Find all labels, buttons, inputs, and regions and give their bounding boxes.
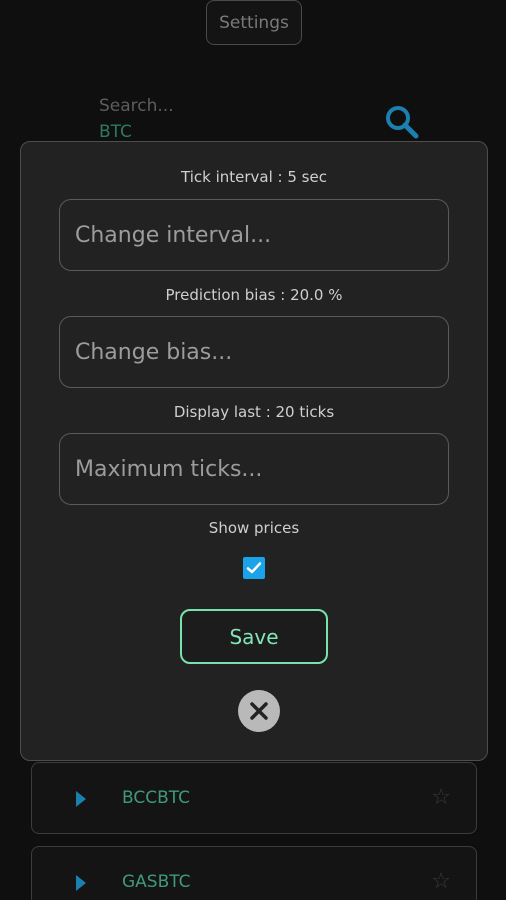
check-icon: [246, 562, 262, 574]
show-prices-checkbox[interactable]: [243, 557, 265, 579]
interval-input[interactable]: Change interval...: [59, 199, 449, 271]
pair-label: GASBTC: [122, 872, 191, 892]
pair-label: BCCBTC: [122, 788, 191, 808]
search-placeholder: Search...: [99, 96, 174, 116]
prediction-bias-label: Prediction bias : 20.0 %: [165, 286, 343, 304]
close-button[interactable]: [238, 690, 280, 732]
play-icon[interactable]: [76, 875, 86, 891]
list-item[interactable]: GASBTC ☆: [31, 846, 477, 900]
settings-dialog: Tick interval : 5 sec Change interval...…: [20, 141, 488, 761]
save-button[interactable]: Save: [180, 609, 328, 664]
close-icon: [250, 702, 268, 720]
show-prices-label: Show prices: [208, 519, 300, 537]
play-icon[interactable]: [76, 791, 86, 807]
display-last-label: Display last : 20 ticks: [173, 403, 335, 421]
star-icon[interactable]: ☆: [431, 785, 451, 810]
bias-input[interactable]: Change bias...: [59, 316, 449, 388]
star-icon[interactable]: ☆: [431, 869, 451, 894]
list-item[interactable]: BCCBTC ☆: [31, 762, 477, 834]
tick-interval-label: Tick interval : 5 sec: [181, 168, 327, 186]
search-input[interactable]: BTC: [99, 122, 132, 142]
max-ticks-input[interactable]: Maximum ticks...: [59, 433, 449, 505]
search-icon[interactable]: [384, 104, 420, 140]
settings-button[interactable]: Settings: [206, 0, 302, 45]
search-field[interactable]: Search... BTC: [99, 96, 419, 144]
